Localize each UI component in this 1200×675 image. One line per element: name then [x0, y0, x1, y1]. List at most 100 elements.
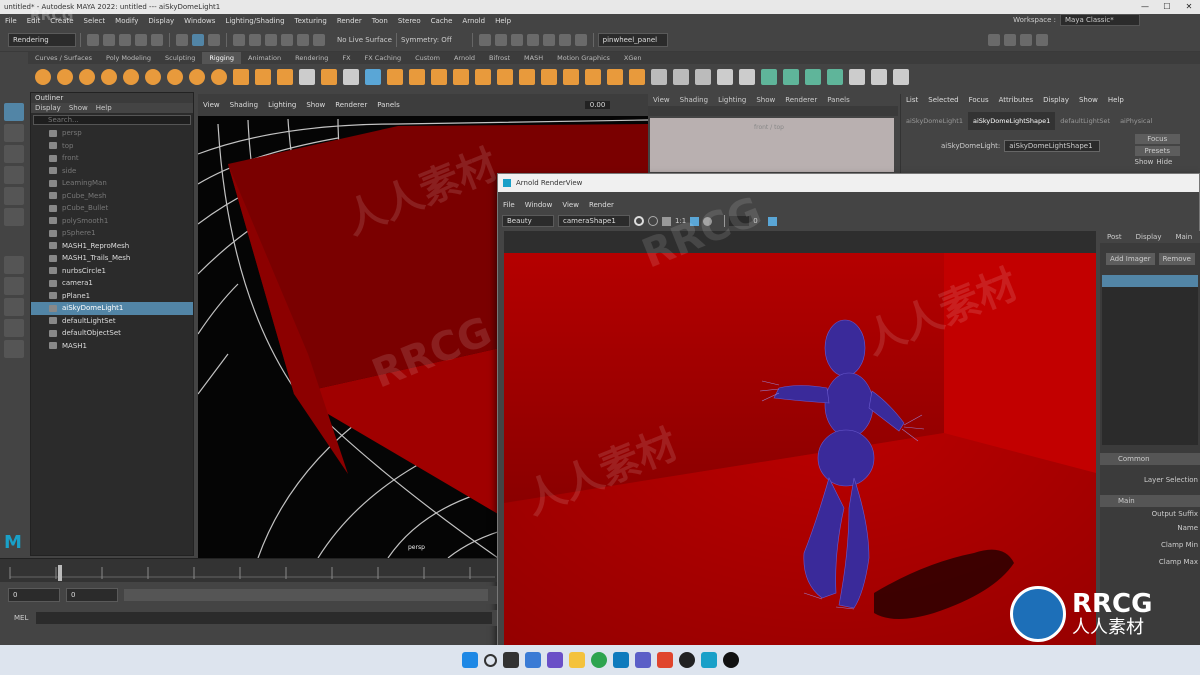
mash-offset-icon[interactable] [189, 69, 205, 85]
shelf-tab-animation[interactable]: Animation [241, 52, 288, 64]
mash-spring-icon[interactable] [475, 69, 491, 85]
snap-live-icon[interactable] [313, 33, 325, 46]
save-scene-icon[interactable] [119, 33, 131, 46]
menu-toon[interactable]: Toon [367, 14, 393, 28]
channel-icon[interactable] [767, 216, 777, 226]
select-component-icon[interactable] [208, 33, 220, 46]
mash-blend-icon[interactable] [717, 69, 733, 85]
shelf-tab-motion-graphics[interactable]: Motion Graphics [550, 52, 617, 64]
mel-label[interactable]: MEL [14, 614, 28, 622]
settings-gear-icon[interactable] [703, 216, 713, 226]
mash-utility-icon[interactable] [761, 69, 777, 85]
hypershade-icon[interactable] [542, 33, 555, 46]
shelf-tab-sculpting[interactable]: Sculpting [158, 52, 202, 64]
range-start-field[interactable]: 0 [8, 588, 60, 602]
attr-name-field[interactable]: aiSkyDomeLightShape1 [1004, 140, 1101, 152]
paint-select-tool-icon[interactable] [4, 145, 24, 163]
mash-color-icon[interactable] [255, 69, 271, 85]
mash-merge-icon[interactable] [387, 69, 403, 85]
mash-explode-icon[interactable] [651, 69, 667, 85]
vp1-menu-view[interactable]: View [198, 101, 225, 109]
shelf-tab-fx[interactable]: FX [335, 52, 357, 64]
open-scene-icon[interactable] [103, 33, 115, 46]
select-tool-icon[interactable] [4, 103, 24, 121]
mash-tools-icon[interactable] [893, 69, 909, 85]
ratio-label[interactable]: 1:1 [675, 217, 686, 225]
ipr-render-icon[interactable] [510, 33, 523, 46]
outliner-item[interactable]: nurbsCircle1 [31, 265, 193, 278]
file-explorer-icon[interactable] [568, 652, 585, 668]
settings-icon[interactable] [1035, 33, 1048, 46]
outliner-item[interactable]: defaultObjectSet [31, 327, 193, 340]
shelf-tab-bifrost[interactable]: Bifrost [482, 52, 517, 64]
shelf-tab-rigging[interactable]: Rigging [202, 52, 241, 64]
menu-cache[interactable]: Cache [426, 14, 458, 28]
single-view-icon[interactable] [4, 277, 24, 295]
vp1-menu-lighting[interactable]: Lighting [263, 101, 301, 109]
exposure-slider[interactable] [729, 216, 750, 226]
snap-point-icon[interactable] [265, 33, 277, 46]
mash-transform-icon[interactable] [563, 69, 579, 85]
snap-grid-icon[interactable] [233, 33, 245, 46]
outliner-item[interactable]: defaultLightSet [31, 315, 193, 328]
snap-view-icon[interactable] [281, 33, 293, 46]
outliner-item[interactable]: LeamingMan [31, 177, 193, 190]
outliner-item[interactable]: polySmooth1 [31, 215, 193, 228]
menu-create[interactable]: Create [45, 14, 78, 28]
outliner-item[interactable]: MASH1 [31, 340, 193, 353]
outliner-menu-display[interactable]: Display [31, 103, 65, 113]
add-imager-button[interactable]: Add Imager [1106, 253, 1155, 265]
redo-icon[interactable] [151, 33, 163, 46]
side-tab-main[interactable]: Main [1168, 233, 1199, 241]
shelf-tab-arnold[interactable]: Arnold [447, 52, 482, 64]
menu-edit[interactable]: Edit [22, 14, 46, 28]
section-common[interactable]: Common [1100, 453, 1200, 465]
mash-symmetry-icon[interactable] [519, 69, 535, 85]
chrome-icon[interactable] [590, 652, 607, 668]
mash-time-icon[interactable] [541, 69, 557, 85]
mash-world-icon[interactable] [145, 69, 161, 85]
mash-trails-icon[interactable] [123, 69, 139, 85]
menu-select[interactable]: Select [79, 14, 111, 28]
shelf-tab-fx-caching[interactable]: FX Caching [358, 52, 409, 64]
outliner-item[interactable]: pCube_Mesh [31, 190, 193, 203]
outliner-item[interactable]: side [31, 165, 193, 178]
attr-menu-list[interactable]: List [901, 94, 923, 106]
side-tab-display[interactable]: Display [1129, 233, 1169, 241]
menu-lighting-shading[interactable]: Lighting/Shading [220, 14, 289, 28]
mash-id-icon[interactable] [365, 69, 381, 85]
outliner-menu-show[interactable]: Show [65, 103, 92, 113]
mash-text-icon[interactable] [299, 69, 315, 85]
close-button[interactable]: ✕ [1178, 0, 1200, 14]
outliner-view-icon[interactable] [4, 340, 24, 358]
menu-help[interactable]: Help [490, 14, 516, 28]
attr-menu-help[interactable]: Help [1103, 94, 1129, 106]
attr-tab-transform[interactable]: aiSkyDomeLight1 [901, 117, 968, 125]
attr-menu-attributes[interactable]: Attributes [994, 94, 1039, 106]
rv-menu-render[interactable]: Render [584, 200, 619, 211]
vp1-menu-show[interactable]: Show [301, 101, 330, 109]
vp1-field[interactable]: 0.00 [584, 101, 611, 109]
render-settings-icon[interactable] [478, 33, 491, 46]
focus-button[interactable]: Focus [1134, 134, 1180, 144]
fit-icon[interactable] [690, 216, 700, 226]
mash-editor-icon[interactable] [805, 69, 821, 85]
side-tab-post[interactable]: Post [1100, 233, 1129, 241]
presets-button[interactable]: Presets [1134, 146, 1180, 156]
teams-icon[interactable] [634, 652, 651, 668]
hide-button[interactable]: Hide [1156, 158, 1172, 166]
mash-orient-icon[interactable] [409, 69, 425, 85]
grid-icon[interactable] [987, 33, 1000, 46]
mash-points-icon[interactable] [453, 69, 469, 85]
mash-distribute-icon[interactable] [79, 69, 95, 85]
scale-tool-icon[interactable] [4, 208, 24, 226]
camera-field[interactable]: pinwheel_panel [597, 32, 668, 47]
play-icon[interactable] [558, 33, 571, 46]
menu-stereo[interactable]: Stereo [393, 14, 426, 28]
menu-render[interactable]: Render [332, 14, 367, 28]
minimize-button[interactable]: — [1134, 0, 1156, 14]
menu-arnold[interactable]: Arnold [457, 14, 490, 28]
rv-menu-window[interactable]: Window [520, 200, 558, 211]
mash-influence-icon[interactable] [673, 69, 689, 85]
mash-flight-icon[interactable] [321, 69, 337, 85]
